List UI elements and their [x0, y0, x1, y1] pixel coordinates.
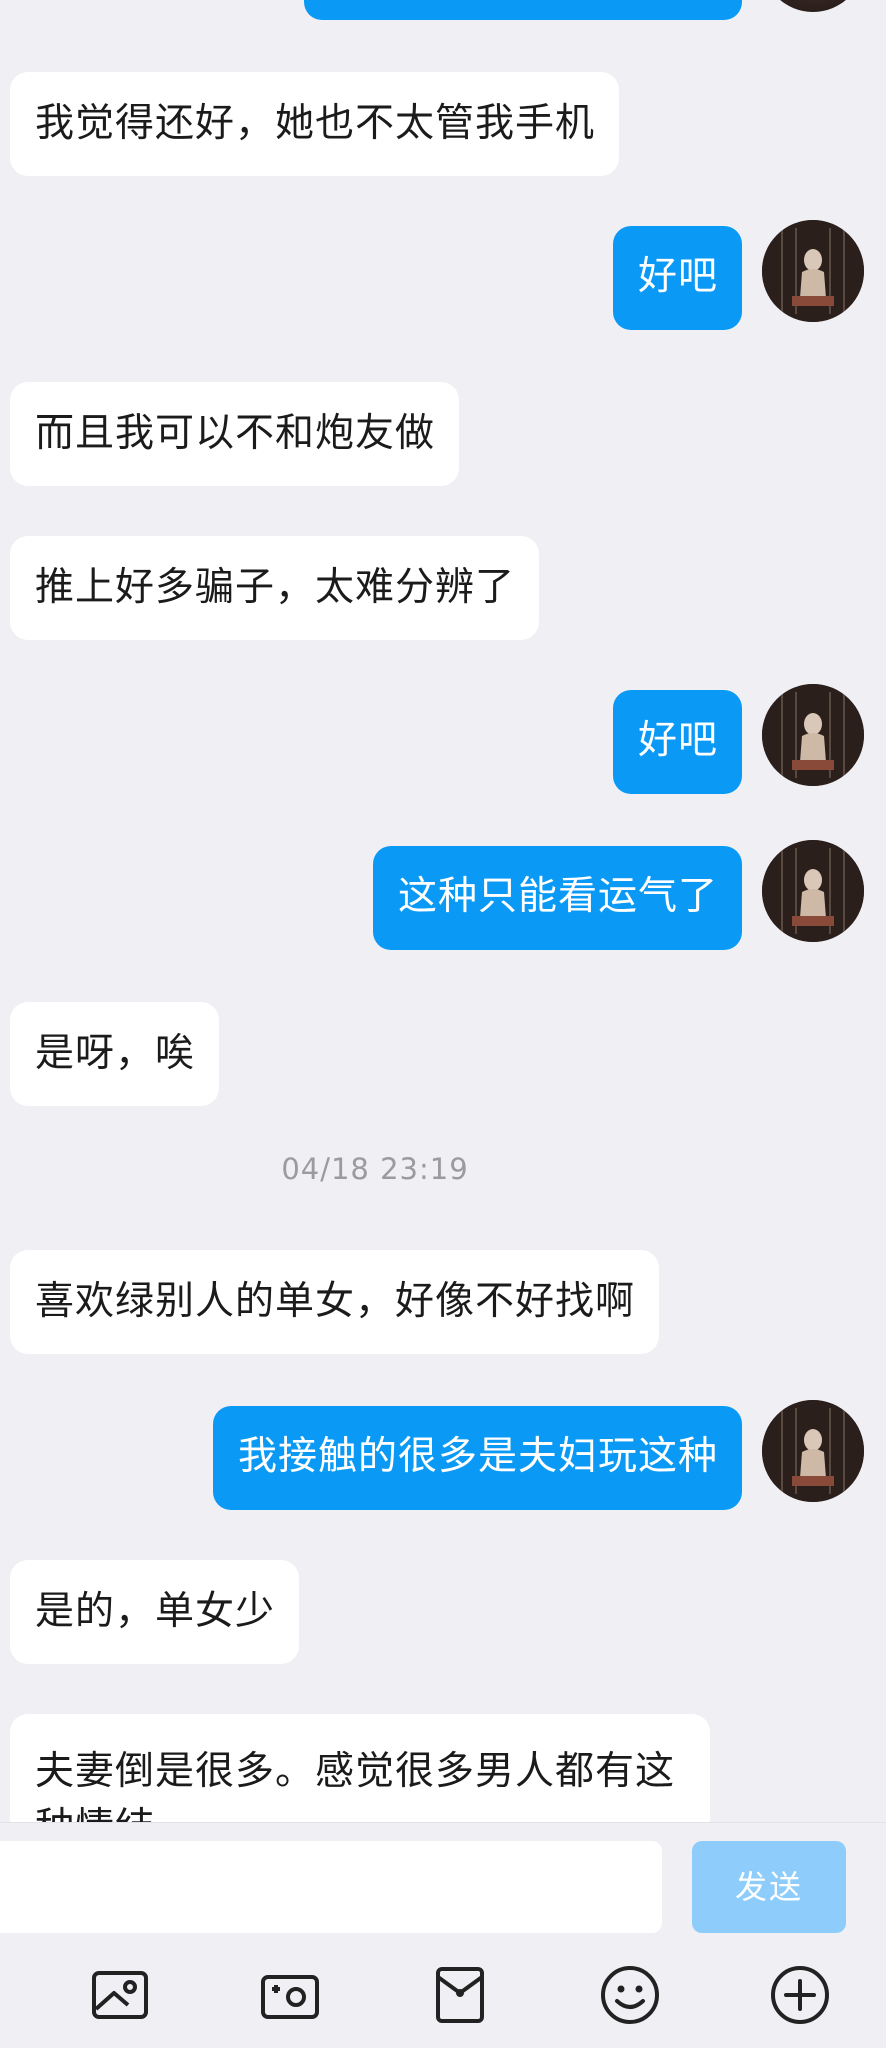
message-bubble-incoming[interactable]: 是的，单女少: [10, 1560, 300, 1664]
plus-icon[interactable]: [768, 1963, 832, 2027]
avatar[interactable]: [762, 220, 864, 322]
avatar[interactable]: [762, 840, 864, 942]
message-bubble-incoming[interactable]: 是呀，唉: [10, 1002, 220, 1106]
bottom-toolbar: [0, 1934, 886, 2048]
avatar[interactable]: [762, 1400, 864, 1502]
avatar[interactable]: [762, 684, 864, 786]
message-bubble-incoming[interactable]: 夫妻倒是很多。感觉很多男人都有这种情结: [10, 1714, 710, 1822]
avatar[interactable]: [762, 0, 864, 12]
message-bubble-outgoing[interactable]: 好吧: [612, 226, 742, 330]
message-bubble-incoming[interactable]: 我觉得还好，她也不太管我手机: [10, 72, 620, 176]
chat-screen: 我觉得还好，她也不太管我手机 好吧 而且我可以不和炮友做 推上好多骗子，太难分辨…: [0, 0, 886, 2048]
message-timestamp: 04/18 23:19: [281, 1152, 469, 1186]
camera-icon[interactable]: [258, 1963, 322, 2027]
send-button[interactable]: 发送: [692, 1841, 846, 1933]
message-bubble-incoming[interactable]: 推上好多骗子，太难分辨了: [10, 536, 540, 640]
message-bubble-outgoing[interactable]: 我接触的很多是夫妇玩这种: [212, 1406, 742, 1510]
avatar-image: [762, 684, 864, 786]
message-bubble-incoming[interactable]: 喜欢绿别人的单女，好像不好找啊: [10, 1250, 660, 1354]
red-packet-icon[interactable]: [428, 1963, 492, 2027]
avatar-image: [762, 1400, 864, 1502]
input-bar: 发送: [0, 1822, 886, 1935]
message-input[interactable]: [0, 1841, 662, 1933]
message-bubble-incoming[interactable]: 而且我可以不和炮友做: [10, 382, 460, 486]
avatar-image: [762, 220, 864, 322]
message-bubble-outgoing-partial: [304, 0, 742, 20]
avatar-image: [762, 840, 864, 942]
image-icon[interactable]: [88, 1963, 152, 2027]
message-list[interactable]: 我觉得还好，她也不太管我手机 好吧 而且我可以不和炮友做 推上好多骗子，太难分辨…: [0, 0, 886, 1822]
message-bubble-outgoing[interactable]: 好吧: [612, 690, 742, 794]
message-bubble-outgoing[interactable]: 这种只能看运气了: [372, 846, 742, 950]
emoji-icon[interactable]: [598, 1963, 662, 2027]
